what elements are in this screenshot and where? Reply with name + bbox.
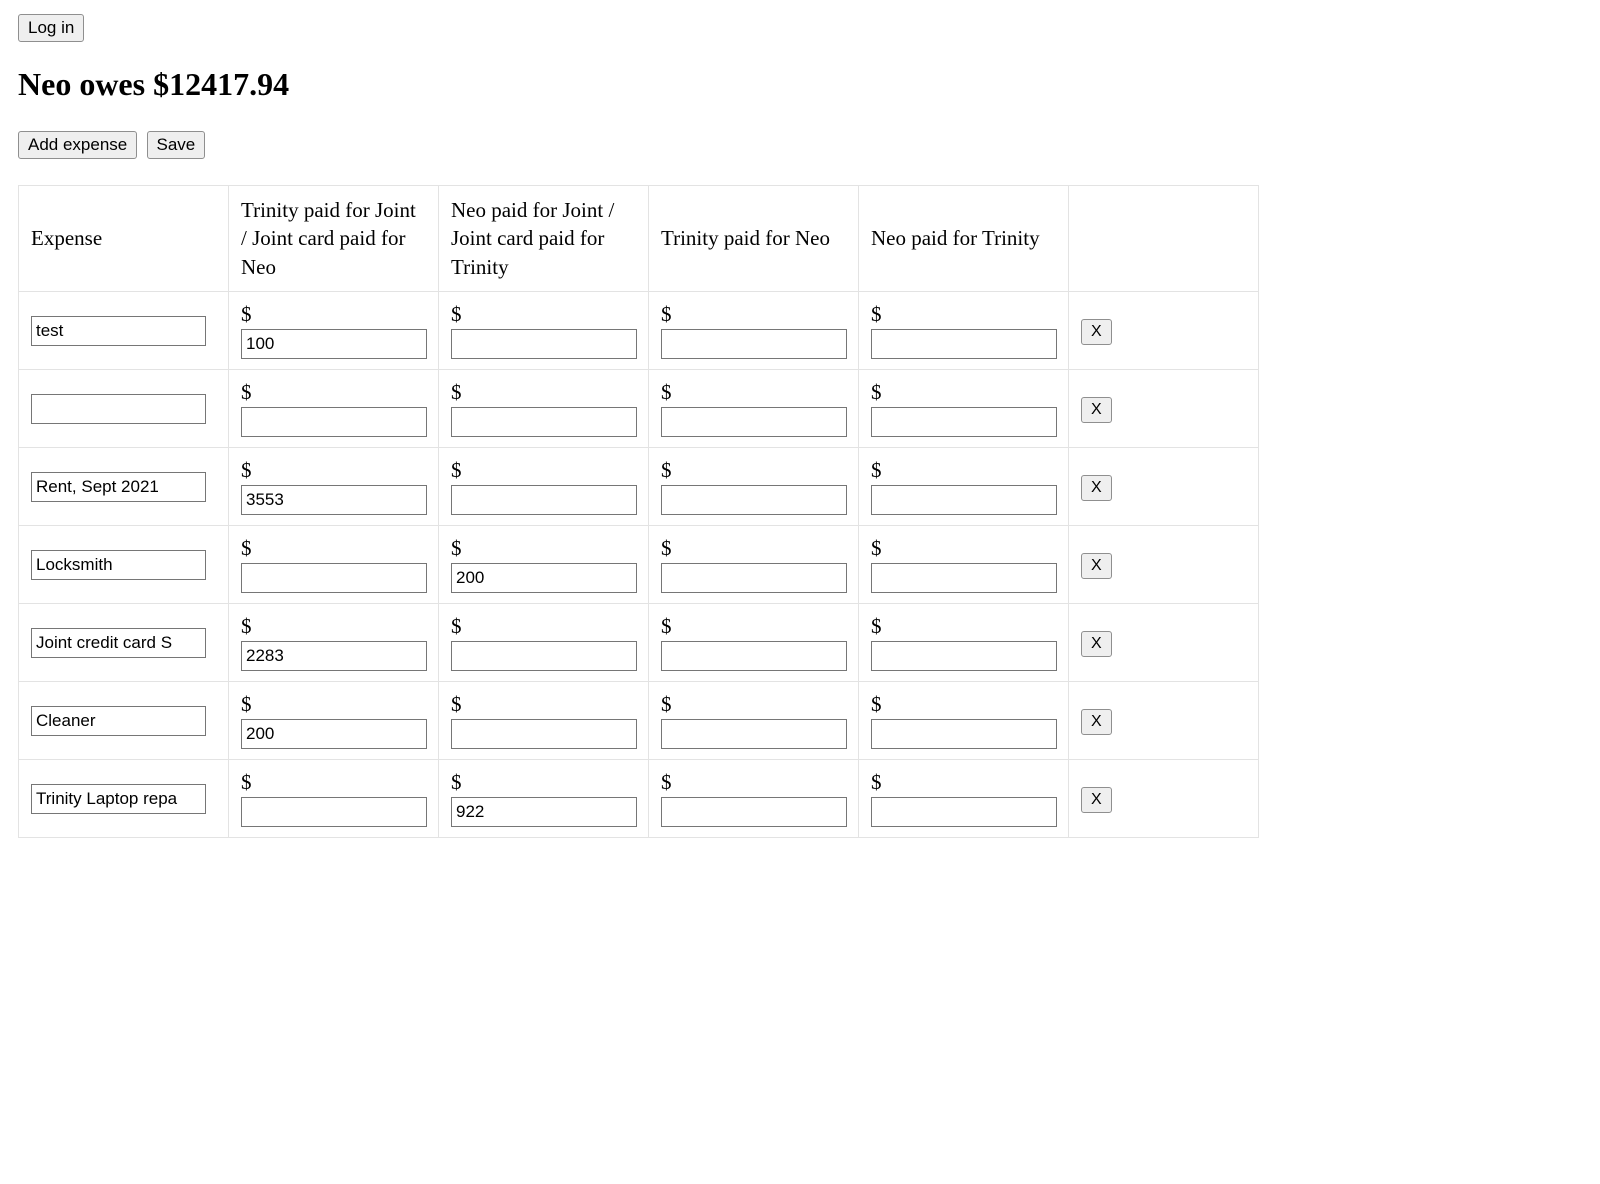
table-row: $ $ $ $ X — [19, 526, 1259, 604]
currency-symbol: $ — [241, 536, 426, 561]
delete-row-button[interactable]: X — [1081, 631, 1112, 657]
currency-symbol: $ — [661, 770, 846, 795]
expense-name-input[interactable] — [31, 472, 206, 502]
table-row: $ $ $ $ X — [19, 604, 1259, 682]
expense-name-input[interactable] — [31, 784, 206, 814]
delete-row-button[interactable]: X — [1081, 787, 1112, 813]
currency-symbol: $ — [451, 770, 636, 795]
amount-input-c1[interactable] — [241, 563, 427, 593]
amount-input-c2[interactable] — [451, 329, 637, 359]
toolbar: Add expense Save — [18, 131, 1582, 159]
currency-symbol: $ — [451, 302, 636, 327]
amount-input-c3[interactable] — [661, 329, 847, 359]
currency-symbol: $ — [451, 458, 636, 483]
amount-input-c1[interactable] — [241, 407, 427, 437]
currency-symbol: $ — [871, 536, 1056, 561]
amount-input-c2[interactable] — [451, 563, 637, 593]
expenses-table: Expense Trinity paid for Joint / Joint c… — [18, 185, 1259, 838]
amount-input-c2[interactable] — [451, 797, 637, 827]
amount-input-c4[interactable] — [871, 641, 1057, 671]
currency-symbol: $ — [871, 380, 1056, 405]
amount-input-c2[interactable] — [451, 485, 637, 515]
expense-name-input[interactable] — [31, 394, 206, 424]
amount-input-c1[interactable] — [241, 797, 427, 827]
table-row: $ $ $ $ X — [19, 292, 1259, 370]
delete-row-button[interactable]: X — [1081, 475, 1112, 501]
amount-input-c3[interactable] — [661, 719, 847, 749]
amount-input-c3[interactable] — [661, 641, 847, 671]
delete-row-button[interactable]: X — [1081, 553, 1112, 579]
amount-input-c1[interactable] — [241, 641, 427, 671]
col-header-expense: Expense — [19, 186, 229, 292]
balance-heading: Neo owes $12417.94 — [18, 66, 1582, 103]
save-button[interactable]: Save — [147, 131, 206, 159]
table-row: $ $ $ $ X — [19, 370, 1259, 448]
currency-symbol: $ — [451, 614, 636, 639]
amount-input-c4[interactable] — [871, 485, 1057, 515]
delete-row-button[interactable]: X — [1081, 709, 1112, 735]
currency-symbol: $ — [871, 614, 1056, 639]
currency-symbol: $ — [241, 302, 426, 327]
col-header-c1: Trinity paid for Joint / Joint card paid… — [229, 186, 439, 292]
amount-input-c3[interactable] — [661, 407, 847, 437]
expense-name-input[interactable] — [31, 550, 206, 580]
currency-symbol: $ — [451, 536, 636, 561]
table-row: $ $ $ $ X — [19, 760, 1259, 838]
delete-row-button[interactable]: X — [1081, 397, 1112, 423]
amount-input-c4[interactable] — [871, 719, 1057, 749]
currency-symbol: $ — [871, 302, 1056, 327]
col-header-c2: Neo paid for Joint / Joint card paid for… — [439, 186, 649, 292]
currency-symbol: $ — [451, 692, 636, 717]
currency-symbol: $ — [871, 692, 1056, 717]
expense-name-input[interactable] — [31, 628, 206, 658]
amount-input-c4[interactable] — [871, 797, 1057, 827]
currency-symbol: $ — [661, 692, 846, 717]
expense-name-input[interactable] — [31, 316, 206, 346]
currency-symbol: $ — [241, 380, 426, 405]
col-header-c3: Trinity paid for Neo — [649, 186, 859, 292]
amount-input-c2[interactable] — [451, 641, 637, 671]
amount-input-c1[interactable] — [241, 719, 427, 749]
col-header-c4: Neo paid for Trinity — [859, 186, 1069, 292]
amount-input-c4[interactable] — [871, 407, 1057, 437]
currency-symbol: $ — [241, 692, 426, 717]
currency-symbol: $ — [661, 536, 846, 561]
amount-input-c4[interactable] — [871, 329, 1057, 359]
currency-symbol: $ — [661, 302, 846, 327]
currency-symbol: $ — [871, 458, 1056, 483]
table-row: $ $ $ $ X — [19, 448, 1259, 526]
currency-symbol: $ — [241, 458, 426, 483]
currency-symbol: $ — [661, 458, 846, 483]
amount-input-c2[interactable] — [451, 407, 637, 437]
amount-input-c3[interactable] — [661, 563, 847, 593]
amount-input-c3[interactable] — [661, 797, 847, 827]
amount-input-c2[interactable] — [451, 719, 637, 749]
login-button[interactable]: Log in — [18, 14, 84, 42]
expense-name-input[interactable] — [31, 706, 206, 736]
amount-input-c1[interactable] — [241, 329, 427, 359]
add-expense-button[interactable]: Add expense — [18, 131, 137, 159]
col-header-actions — [1069, 186, 1259, 292]
amount-input-c4[interactable] — [871, 563, 1057, 593]
amount-input-c3[interactable] — [661, 485, 847, 515]
delete-row-button[interactable]: X — [1081, 319, 1112, 345]
currency-symbol: $ — [661, 380, 846, 405]
amount-input-c1[interactable] — [241, 485, 427, 515]
currency-symbol: $ — [241, 614, 426, 639]
currency-symbol: $ — [451, 380, 636, 405]
currency-symbol: $ — [871, 770, 1056, 795]
currency-symbol: $ — [661, 614, 846, 639]
currency-symbol: $ — [241, 770, 426, 795]
table-row: $ $ $ $ X — [19, 682, 1259, 760]
table-header-row: Expense Trinity paid for Joint / Joint c… — [19, 186, 1259, 292]
